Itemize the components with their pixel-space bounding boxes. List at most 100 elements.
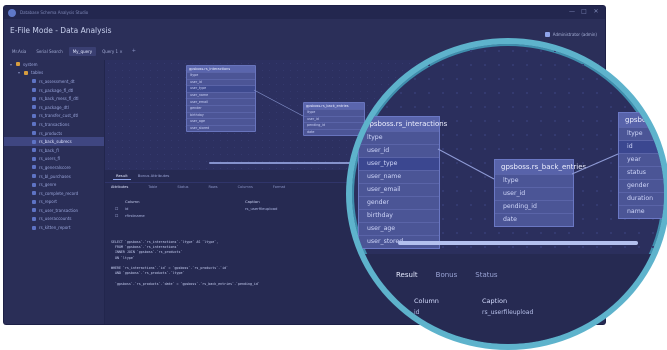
tree-item-table[interactable]: rs_back_fl bbox=[4, 146, 104, 155]
entity-field[interactable]: user_id bbox=[359, 144, 439, 157]
tab-query-1[interactable]: Query 1 × bbox=[98, 47, 127, 56]
lens-results: Result Bonus Status Column Caption id rs… bbox=[352, 254, 664, 344]
tree-item-label: rs_back_mess_fl_dtl bbox=[39, 96, 79, 102]
tree-item-table[interactable]: rs_assessment_dt bbox=[4, 77, 104, 86]
entity-field[interactable]: gender bbox=[187, 104, 255, 112]
table-icon bbox=[32, 174, 36, 179]
toolbar-columns[interactable]: Columns bbox=[238, 185, 253, 189]
entity-field[interactable]: user_name bbox=[187, 91, 255, 99]
entity-field[interactable]: user_email bbox=[359, 183, 439, 196]
lens-entity-back-entries[interactable]: gpsboss.rs_back_entries ltype user_id pendi… bbox=[494, 159, 586, 227]
lens-tab-status[interactable]: Status bbox=[475, 271, 497, 279]
lens-entity-right[interactable]: gpsboss.rs_ ltype id year status gender durati… bbox=[618, 112, 664, 219]
table-icon bbox=[32, 208, 36, 213]
lens-tab-bonus[interactable]: Bonus bbox=[436, 271, 458, 279]
entity-field[interactable]: date bbox=[495, 213, 573, 226]
toolbar-table[interactable]: Table bbox=[148, 185, 157, 189]
toolbar-format[interactable]: Format bbox=[273, 185, 285, 189]
tree-item-table[interactable]: rs_genre bbox=[4, 180, 104, 189]
minimize-icon[interactable]: — bbox=[569, 9, 575, 15]
toolbar-attributes[interactable]: Attributes bbox=[111, 185, 128, 189]
entity-field[interactable]: user_type bbox=[187, 85, 255, 92]
entity-field[interactable]: user_stored bbox=[187, 124, 255, 132]
lens-entity-users[interactable]: gpsboss.rs_interactions ltype user_id user_… bbox=[358, 116, 447, 249]
tree-item-table[interactable]: rs_user_transaction bbox=[4, 206, 104, 215]
chevron-icon[interactable]: ▾ bbox=[10, 62, 13, 67]
entity-field[interactable]: id bbox=[619, 140, 664, 153]
tab-bonus-attributes[interactable]: Bonus Attributes bbox=[135, 172, 173, 180]
table-row[interactable]: ☐ rfirstname bbox=[115, 212, 345, 219]
entity-field[interactable]: gender bbox=[359, 196, 439, 209]
col-header-column[interactable]: Column bbox=[125, 199, 245, 204]
magnifier-lens: gpsboss.rs_interactions ltype user_id user_… bbox=[346, 38, 667, 350]
entity-field[interactable]: ltype bbox=[187, 72, 255, 79]
tree-item-label: rs_generalscore bbox=[39, 164, 71, 170]
maximize-icon[interactable]: □ bbox=[581, 9, 587, 15]
chevron-icon[interactable]: ▾ bbox=[18, 70, 21, 75]
tree-item-table[interactable]: rs_transfer_cust_dtl bbox=[4, 112, 104, 121]
entity-field[interactable]: user_age bbox=[187, 118, 255, 125]
entity-users[interactable]: gpsboss.rs_interactions ltype user_id user_… bbox=[186, 65, 256, 133]
row-checkbox[interactable]: ☐ bbox=[115, 213, 125, 218]
entity-field[interactable]: user_id bbox=[495, 187, 573, 200]
sql-editor[interactable]: SELECT `gpsboss`.`rs_interactions`.`ltyp… bbox=[111, 240, 260, 287]
close-icon[interactable]: ✕ bbox=[593, 9, 599, 15]
tree-item-table[interactable]: rs_report bbox=[4, 198, 104, 207]
tree-item-label: rs_products bbox=[39, 130, 63, 136]
tree-item-table[interactable]: rs_generalscore bbox=[4, 163, 104, 172]
tab-result[interactable]: Result bbox=[113, 172, 131, 180]
tree-item-label: rs_back_subrecs bbox=[39, 139, 72, 145]
entity-field[interactable]: name bbox=[619, 205, 664, 218]
col-header-caption[interactable]: Caption bbox=[245, 199, 345, 204]
entity-field[interactable]: birthday bbox=[359, 209, 439, 222]
table-row[interactable]: ☐ id rs_userfileupload bbox=[115, 205, 345, 212]
add-tab-icon[interactable]: + bbox=[129, 47, 139, 56]
tree-item-label: rs_users_fl bbox=[39, 156, 61, 162]
entity-field[interactable]: user_name bbox=[359, 170, 439, 183]
toolbar-status[interactable]: Status bbox=[177, 185, 188, 189]
entity-field[interactable]: ltype bbox=[619, 127, 664, 140]
lens-results-tabs: Result Bonus Status bbox=[396, 271, 498, 279]
tree-item-table[interactable]: rs_kitten_report bbox=[4, 223, 104, 232]
tree-item-table[interactable]: rs_products bbox=[4, 129, 104, 138]
entity-field[interactable]: ltype bbox=[495, 174, 573, 187]
entity-field[interactable]: user_type bbox=[359, 157, 439, 170]
tree-item-table[interactable]: rs_back_subrecs bbox=[4, 137, 104, 146]
entity-field[interactable]: user_id bbox=[187, 78, 255, 86]
entity-field[interactable]: ltype bbox=[359, 131, 439, 144]
tree-item-table[interactable]: rs_useraccounts bbox=[4, 215, 104, 224]
entity-field[interactable]: birthday bbox=[187, 111, 255, 119]
tree-item-table[interactable]: rs_package_fl_dtl bbox=[4, 86, 104, 95]
tree-item-label: system bbox=[23, 61, 38, 67]
app-logo-icon bbox=[8, 8, 16, 17]
entity-field[interactable]: pending_id bbox=[495, 200, 573, 213]
lens-canvas: gpsboss.rs_interactions ltype user_id user_… bbox=[352, 44, 664, 344]
tree-item-label: rs_transfer_cust_dtl bbox=[39, 113, 79, 119]
lens-tab-result[interactable]: Result bbox=[396, 271, 418, 279]
tab-my-query[interactable]: My_query bbox=[68, 47, 97, 56]
tree-item-label: rs_assessment_dt bbox=[39, 78, 75, 84]
tab-serial-search[interactable]: Serial Search bbox=[32, 47, 66, 56]
tab-mr-asia[interactable]: Mr.Asia bbox=[8, 47, 30, 56]
entity-field[interactable]: user_age bbox=[359, 222, 439, 235]
tree-item-table[interactable]: rs_transactions bbox=[4, 120, 104, 129]
user-menu[interactable]: Administrator (admin) bbox=[544, 32, 597, 37]
tree-item-table[interactable]: rs_package_dtl bbox=[4, 103, 104, 112]
row-checkbox[interactable]: ☐ bbox=[115, 206, 125, 211]
entity-field[interactable]: gender bbox=[619, 179, 664, 192]
entity-field[interactable]: user_email bbox=[187, 98, 255, 105]
toolbar-rows[interactable]: Rows bbox=[209, 185, 218, 189]
tree-item-table[interactable]: rs_back_mess_fl_dtl bbox=[4, 94, 104, 103]
entity-field[interactable]: year bbox=[619, 153, 664, 166]
tree-item-table[interactable]: rs_bl_purchases bbox=[4, 172, 104, 181]
tree-tables-folder[interactable]: ▾ tables bbox=[4, 69, 104, 78]
tree-database[interactable]: ▾ system bbox=[4, 60, 104, 69]
lens-table-row[interactable]: id rs_userfileupload bbox=[414, 309, 582, 316]
tree-item-table[interactable]: rs_users_fl bbox=[4, 155, 104, 164]
entity-field[interactable]: status bbox=[619, 166, 664, 179]
lens-col-header-caption[interactable]: Caption bbox=[482, 297, 582, 305]
lens-col-header-column[interactable]: Column bbox=[414, 297, 482, 305]
tree-item-table[interactable]: rs_complete_record bbox=[4, 189, 104, 198]
lens-scrollbar[interactable] bbox=[398, 241, 638, 245]
entity-field[interactable]: duration bbox=[619, 192, 664, 205]
